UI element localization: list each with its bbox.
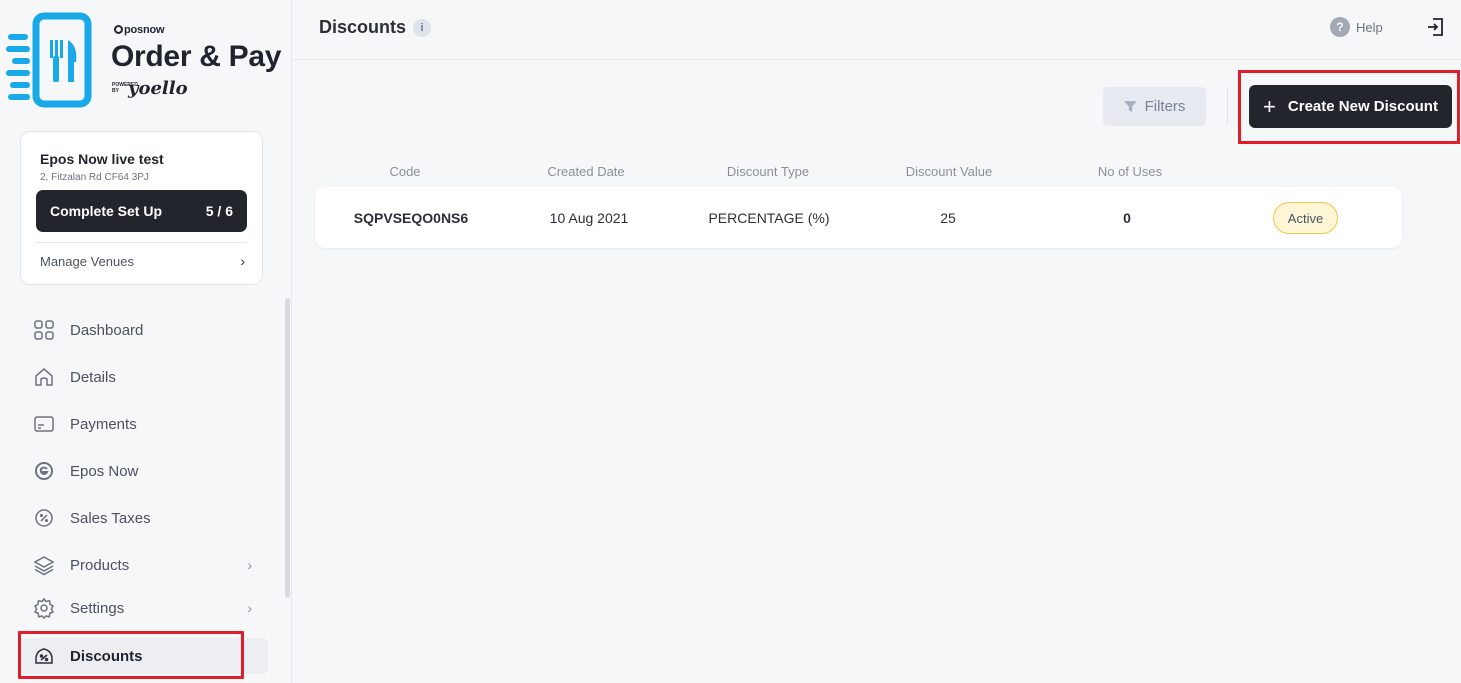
create-discount-label: Create New Discount — [1287, 98, 1438, 115]
filters-button[interactable]: Filters — [1103, 87, 1206, 126]
percent-circle-icon — [32, 506, 56, 530]
column-header-discount-type: Discount Type — [726, 164, 810, 179]
sidebar-item-settings[interactable]: Settings › — [20, 590, 268, 626]
card-icon — [32, 412, 56, 436]
brand-title: Order & Pay — [111, 40, 282, 73]
order-pay-logo-icon — [6, 12, 92, 108]
sidebar-item-label: Discounts — [70, 647, 143, 665]
created-date: 10 Aug 2021 — [549, 210, 629, 226]
sidebar: posnow Order & Pay POWERED BY yoello Epo… — [0, 0, 292, 683]
venue-name: Epos Now live test — [40, 151, 164, 167]
manage-venues-link[interactable]: Manage Venues › — [40, 250, 245, 272]
setup-progress: 5 / 6 — [205, 203, 233, 219]
page-title: Discounts — [319, 17, 407, 37]
column-header-code: Code — [389, 164, 421, 179]
filters-label: Filters — [1144, 98, 1186, 115]
eposnow-dot-icon — [114, 25, 123, 34]
sidebar-item-products[interactable]: Products › — [20, 547, 268, 583]
table-row[interactable] — [315, 187, 1402, 248]
setup-label: Complete Set Up — [50, 203, 163, 219]
help-button[interactable]: ? Help — [1330, 17, 1383, 37]
eposnow-wordmark: posnow — [114, 24, 165, 36]
manage-venues-label: Manage Venues — [40, 253, 134, 269]
venue-divider — [36, 242, 247, 243]
discount-tag-icon — [32, 644, 56, 668]
discount-value: 25 — [940, 210, 956, 226]
brand-logo[interactable]: posnow Order & Pay POWERED BY yoello — [6, 12, 286, 112]
app-root: posnow Order & Pay POWERED BY yoello Epo… — [0, 0, 1461, 683]
help-label: Help — [1356, 19, 1383, 35]
discount-type: PERCENTAGE (%) — [708, 210, 830, 226]
logout-button[interactable] — [1425, 17, 1447, 39]
column-header-discount-value: Discount Value — [905, 164, 993, 179]
plus-icon: + — [1263, 93, 1276, 119]
venue-address: 2, Fitzalan Rd CF64 3PJ — [40, 172, 149, 183]
discount-code: SQPVSEQO0NS6 — [353, 210, 469, 226]
column-header-created-date: Created Date — [547, 164, 625, 179]
home-icon — [32, 365, 56, 389]
sidebar-item-label: Dashboard — [70, 321, 144, 339]
uses-count: 0 — [1123, 210, 1131, 226]
yoello-wordmark: yoello — [128, 78, 188, 99]
sidebar-item-sales-taxes[interactable]: Sales Taxes — [20, 500, 268, 536]
chevron-right-icon: › — [247, 557, 252, 573]
status-badge: Active — [1273, 202, 1338, 234]
sidebar-scrollbar[interactable] — [285, 298, 290, 598]
sidebar-item-dashboard[interactable]: Dashboard — [20, 312, 268, 348]
sidebar-item-label: Products — [70, 556, 130, 574]
powered-by-label: POWERED BY — [112, 82, 138, 94]
create-new-discount-button[interactable]: + Create New Discount — [1249, 85, 1452, 128]
info-icon[interactable]: i — [413, 19, 431, 37]
sidebar-item-label: Details — [70, 368, 116, 386]
sidebar-item-label: Settings — [70, 599, 125, 617]
sidebar-item-label: Payments — [70, 415, 137, 433]
complete-setup-button[interactable]: Complete Set Up 5 / 6 — [36, 190, 247, 232]
sidebar-item-details[interactable]: Details — [20, 359, 268, 395]
help-icon: ? — [1330, 17, 1350, 37]
sidebar-item-epos-now[interactable]: Epos Now — [20, 453, 268, 489]
sidebar-item-discounts[interactable]: Discounts — [20, 638, 268, 674]
chevron-right-icon: › — [240, 253, 245, 269]
logout-icon — [1428, 18, 1443, 36]
sidebar-item-label: Epos Now — [70, 462, 139, 480]
sidebar-item-payments[interactable]: Payments — [20, 406, 268, 442]
chevron-right-icon: › — [247, 600, 252, 616]
toolbar-divider — [1227, 87, 1228, 125]
venue-card: Epos Now live test 2, Fitzalan Rd CF64 3… — [20, 131, 263, 285]
column-header-no-of-uses: No of Uses — [1097, 164, 1163, 179]
sidebar-item-label: Sales Taxes — [70, 509, 151, 527]
layers-icon — [32, 553, 56, 577]
epos-icon — [32, 459, 56, 483]
grid-icon — [32, 318, 56, 342]
top-bar: Discounts i ? Help — [292, 0, 1461, 60]
gear-icon — [32, 596, 56, 620]
filter-icon — [1123, 101, 1137, 112]
